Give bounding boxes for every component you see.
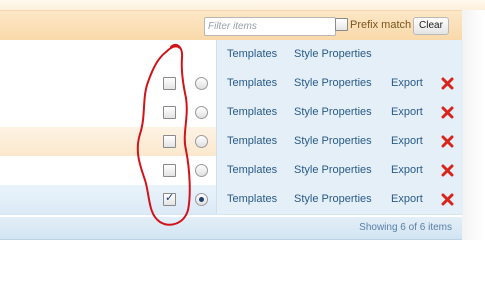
scroll-gutter [462,10,485,240]
templates-link[interactable]: Templates [227,135,277,147]
list-header-row: Templates Style Properties [0,40,463,70]
prefix-match-label: Prefix match [350,19,412,31]
templates-link[interactable]: Templates [227,164,277,176]
filter-bar: Prefix match Clear [0,10,462,41]
top-band [0,0,485,10]
header-templates-link[interactable]: Templates [227,48,277,60]
delete-icon[interactable] [441,164,454,177]
header-style-properties-link[interactable]: Style Properties [294,48,372,60]
list-item: Templates Style Properties Export [0,156,463,186]
list-item: Templates Style Properties Export [0,98,463,128]
row-checkbox[interactable] [163,164,176,177]
row-checkbox[interactable] [163,77,176,90]
filter-items-input[interactable] [204,17,336,36]
style-properties-link[interactable]: Style Properties [294,77,372,89]
delete-icon[interactable] [441,135,454,148]
list-item: Templates Style Properties Export [0,69,463,99]
style-properties-link[interactable]: Style Properties [294,164,372,176]
default-style-radio[interactable] [195,135,208,148]
delete-icon[interactable] [441,77,454,90]
prefix-match-checkbox[interactable] [335,18,348,31]
default-style-radio[interactable] [195,164,208,177]
export-link[interactable]: Export [391,135,423,147]
templates-link[interactable]: Templates [227,193,277,205]
delete-icon[interactable] [441,193,454,206]
list-item: Templates Style Properties Export [0,127,463,157]
row-checkbox[interactable] [163,106,176,119]
default-style-radio[interactable] [195,77,208,90]
clear-button[interactable]: Clear [413,17,449,35]
export-link[interactable]: Export [391,77,423,89]
templates-link[interactable]: Templates [227,106,277,118]
style-properties-link[interactable]: Style Properties [294,106,372,118]
list-item: Templates Style Properties Export [0,185,463,215]
export-link[interactable]: Export [391,106,423,118]
style-properties-link[interactable]: Style Properties [294,135,372,147]
list-footer: Showing 6 of 6 items [0,217,462,240]
export-link[interactable]: Export [391,164,423,176]
style-properties-link[interactable]: Style Properties [294,193,372,205]
delete-icon[interactable] [441,106,454,119]
templates-link[interactable]: Templates [227,77,277,89]
default-style-radio[interactable] [195,106,208,119]
export-link[interactable]: Export [391,193,423,205]
default-style-radio[interactable] [195,193,208,206]
row-checkbox[interactable] [163,135,176,148]
item-count-status: Showing 6 of 6 items [359,222,452,233]
row-checkbox[interactable] [163,191,176,206]
